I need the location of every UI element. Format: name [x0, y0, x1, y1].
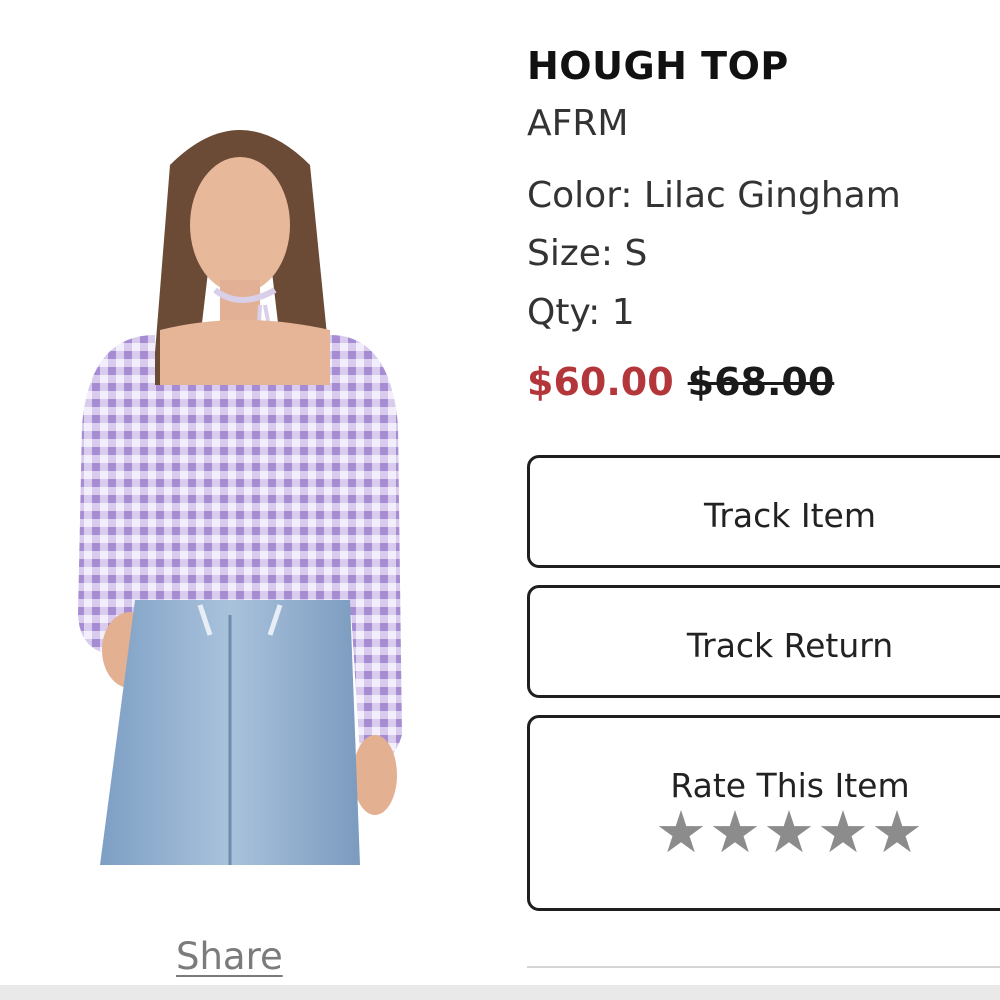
rate-item-panel: Rate This Item ★★★★★	[527, 715, 1000, 911]
sale-price: $60.00	[527, 360, 674, 404]
product-qty: Qty: 1	[527, 292, 635, 333]
star-2-icon[interactable]: ★	[709, 798, 763, 866]
track-item-label: Track Item	[704, 496, 876, 535]
track-return-label: Track Return	[686, 626, 894, 665]
product-size: Size: S	[527, 233, 648, 274]
star-5-icon[interactable]: ★	[871, 798, 925, 866]
divider	[527, 966, 1000, 968]
star-4-icon[interactable]: ★	[817, 798, 871, 866]
share-link[interactable]: Share	[176, 935, 283, 978]
star-1-icon[interactable]: ★	[655, 798, 709, 866]
star-rating[interactable]: ★★★★★	[530, 798, 1000, 866]
star-3-icon[interactable]: ★	[763, 798, 817, 866]
product-title: HOUGH TOP	[527, 44, 789, 88]
product-brand[interactable]: AFRM	[527, 103, 628, 144]
price-row: $60.00 $68.00	[527, 360, 834, 404]
product-image[interactable]	[60, 95, 420, 865]
track-return-button[interactable]: Track Return	[527, 585, 1000, 698]
track-item-button[interactable]: Track Item	[527, 455, 1000, 568]
product-color: Color: Lilac Gingham	[527, 175, 901, 216]
original-price: $68.00	[687, 360, 835, 404]
product-photo	[78, 130, 402, 865]
bottom-bar	[0, 985, 1000, 1000]
